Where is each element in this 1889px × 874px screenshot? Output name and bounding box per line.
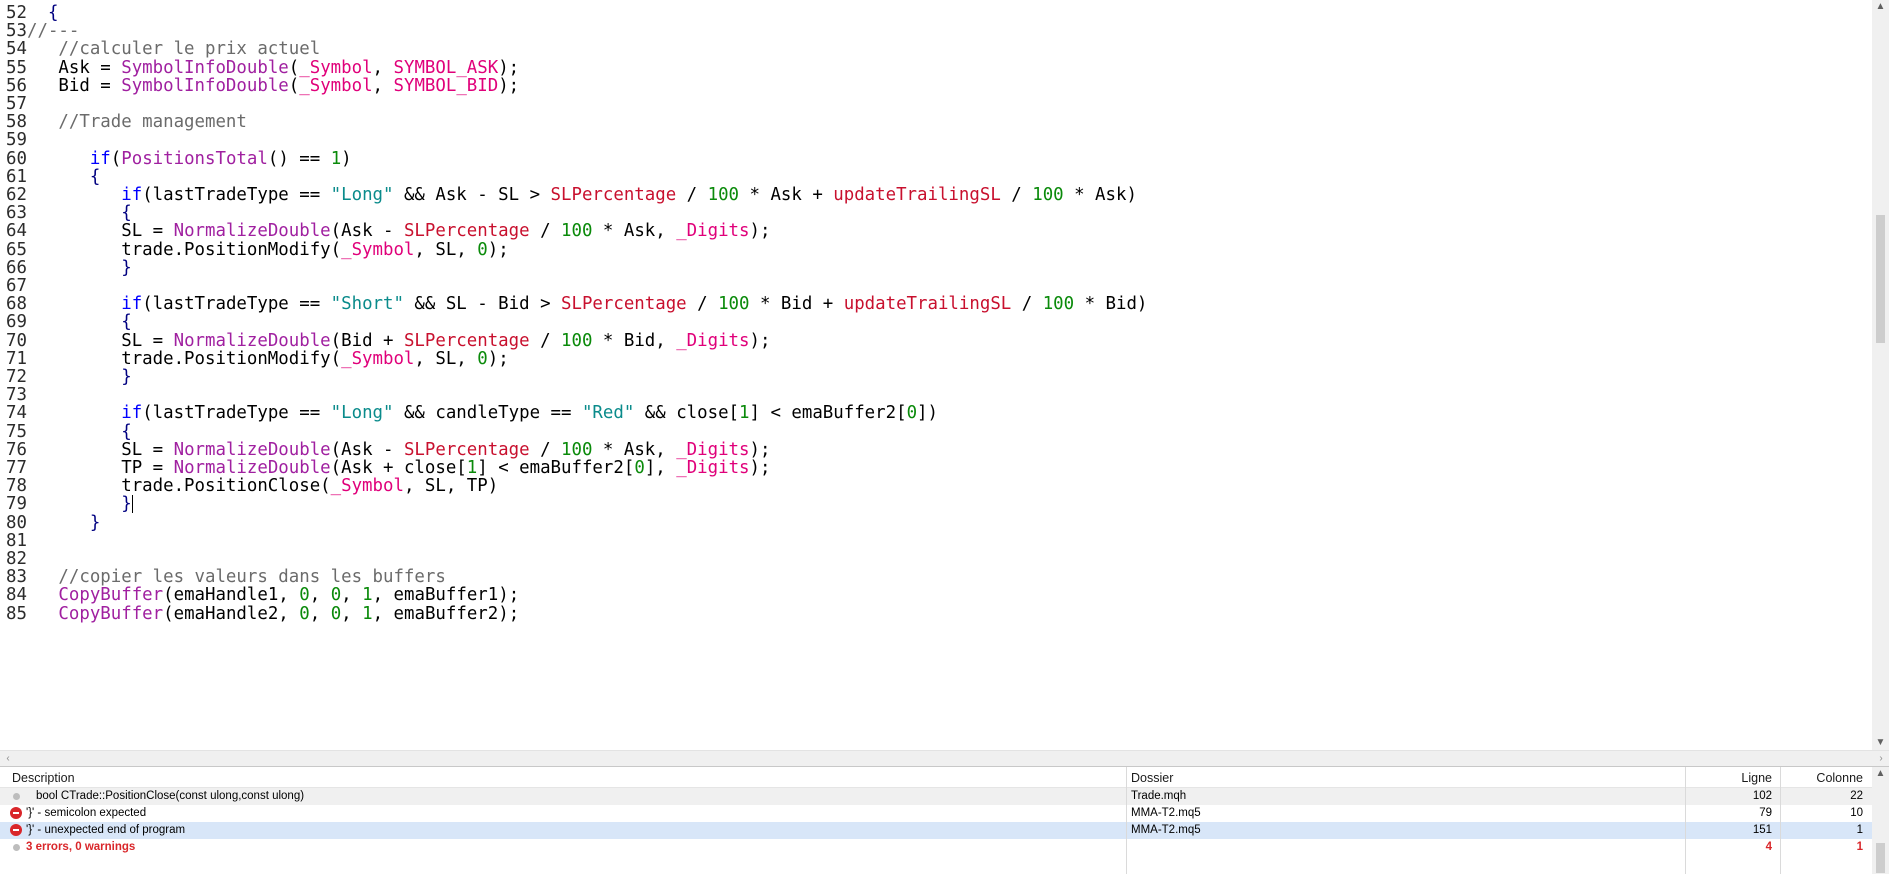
column-header-ligne-label: Ligne (1741, 771, 1772, 785)
code-line[interactable]: 85 CopyBuffer(emaHandle2, 0, 0, 1, emaBu… (0, 603, 1872, 625)
error-ligne: 4 (1765, 841, 1772, 853)
error-ligne: 151 (1752, 824, 1772, 836)
errors-scroll-thumb[interactable] (1876, 843, 1885, 873)
error-row[interactable]: bool CTrade::PositionClose(const ulong,c… (0, 788, 1872, 805)
info-icon (13, 793, 20, 800)
error-ligne: 79 (1759, 807, 1772, 819)
error-icon (10, 824, 22, 836)
line-number: 85 (6, 603, 27, 624)
code-token: 0 (299, 603, 310, 624)
code-token: , emaBuffer2); (372, 603, 520, 624)
code-token: , (309, 603, 331, 624)
scroll-up-arrow-icon[interactable]: ▲ (1872, 767, 1889, 781)
error-dossier: Trade.mqh (1131, 790, 1187, 802)
error-description: '}' - unexpected end of program (26, 824, 186, 836)
error-ligne: 102 (1752, 790, 1772, 802)
error-colonne: 10 (1850, 807, 1863, 819)
errors-header: Description Dossier Ligne Colonne (0, 767, 1872, 788)
error-row[interactable]: '}' - semicolon expected MMA-T2.mq5 79 10 (0, 805, 1872, 822)
column-divider (1126, 767, 1127, 874)
error-description: '}' - semicolon expected (26, 807, 147, 819)
editor-horizontal-scrollbar[interactable]: ‹ › (0, 750, 1889, 766)
error-dossier: MMA-T2.mq5 (1131, 824, 1201, 836)
error-row[interactable]: '}' - unexpected end of program MMA-T2.mq… (0, 822, 1872, 839)
error-row[interactable]: 3 errors, 0 warnings 4 1 (0, 839, 1872, 856)
column-header-colonne-label: Colonne (1816, 771, 1863, 785)
code-token: 0 (330, 603, 342, 624)
error-colonne: 1 (1856, 824, 1863, 836)
column-divider (1685, 767, 1686, 874)
editor-vertical-scrollbar[interactable]: ▲ ▼ (1872, 0, 1889, 750)
errors-vertical-scrollbar[interactable]: ▲ (1872, 767, 1889, 874)
code-editor[interactable]: 52 {53//--- 54 //calculer le prix actuel 5… (0, 0, 1872, 750)
code-text: CopyBuffer(emaHandle2, 0, 0, 1, emaBuffe… (27, 604, 519, 624)
scroll-right-arrow-icon[interactable]: › (1873, 751, 1889, 766)
column-header-ligne[interactable]: Ligne (1686, 767, 1772, 787)
errors-panel: Description Dossier Ligne Colonne bool C… (0, 766, 1889, 874)
column-header-dossier[interactable]: Dossier (1131, 767, 1173, 787)
code-token: (emaHandle2, (163, 603, 300, 624)
info-icon (13, 844, 20, 851)
error-colonne: 1 (1856, 841, 1863, 853)
column-header-colonne[interactable]: Colonne (1786, 767, 1863, 787)
error-colonne: 22 (1850, 790, 1863, 802)
error-description: 3 errors, 0 warnings (26, 841, 136, 853)
column-divider (1780, 767, 1781, 874)
error-icon (10, 807, 22, 819)
scroll-down-arrow-icon[interactable]: ▼ (1872, 736, 1889, 750)
code-token: , (341, 603, 363, 624)
editor-scroll-thumb[interactable] (1876, 215, 1885, 343)
column-header-description[interactable]: Description (12, 767, 75, 787)
code-token: 1 (362, 603, 373, 624)
scroll-up-arrow-icon[interactable]: ▲ (1872, 0, 1889, 14)
code-token: CopyBuffer (58, 603, 164, 624)
scroll-left-arrow-icon[interactable]: ‹ (0, 751, 16, 766)
error-dossier: MMA-T2.mq5 (1131, 807, 1201, 819)
error-description: bool CTrade::PositionClose(const ulong,c… (36, 790, 305, 802)
